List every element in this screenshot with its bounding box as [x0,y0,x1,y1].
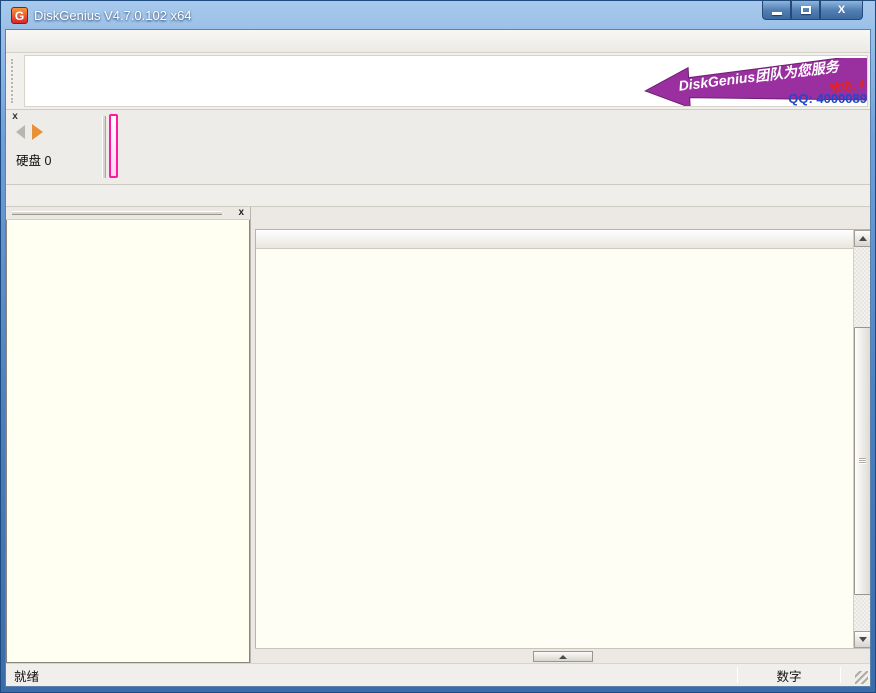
table-header [256,230,870,249]
vertical-scrollbar[interactable] [853,230,870,648]
partition-block-reserved[interactable] [109,114,118,178]
scroll-down-icon [859,637,867,642]
menu-bar [6,30,870,53]
window-controls: X [762,1,863,20]
file-browser [255,230,870,648]
tree-panel-close-button[interactable]: x [238,207,244,218]
scroll-up-icon [859,236,867,241]
title-bar[interactable]: G DiskGenius V4.7.0.102 x64 X [1,1,875,29]
partition-panel-grip[interactable] [102,116,106,178]
num-lock-indicator: 数字 [738,666,840,685]
tab-bar [255,207,870,230]
collapse-panel-button[interactable] [533,651,593,662]
tree-panel: x [6,207,251,663]
collapse-arrow-icon [559,655,567,659]
status-separator [840,667,841,683]
table-body [256,249,853,648]
right-panel [255,207,870,663]
scroll-down-button[interactable] [854,631,870,648]
tree-panel-header: x [6,207,250,220]
close-icon: X [838,4,845,16]
toolbar-grip[interactable] [11,59,16,103]
app-window: G DiskGenius V4.7.0.102 x64 X DiskGenius… [0,0,876,693]
bottom-strip [255,648,870,663]
window-title: DiskGenius V4.7.0.102 x64 [34,8,192,23]
maximize-icon [801,6,811,14]
status-bar: 就绪 数字 [6,663,870,686]
resize-grip[interactable] [855,671,868,684]
minimize-button[interactable] [762,1,791,20]
ad-banner[interactable]: DiskGenius团队为您服务 致电: 4 QQ: 4000089 [24,55,868,107]
partition-tree [6,220,250,663]
tree-panel-grip[interactable] [12,211,222,215]
minimize-icon [772,12,782,15]
toolbar: DiskGenius团队为您服务 致电: 4 QQ: 4000089 [6,53,870,110]
disk-navigator: x 硬盘 0 [6,110,100,184]
app-logo-icon: G [11,7,28,24]
scrollbar-thumb[interactable] [854,327,870,595]
disk-label: 硬盘 0 [16,150,51,169]
scroll-up-button[interactable] [854,230,870,247]
close-button[interactable]: X [820,1,863,20]
ad-qq: QQ: 4000089 [788,91,867,106]
app-client-area: DiskGenius团队为您服务 致电: 4 QQ: 4000089 x 硬盘 … [5,29,871,687]
maximize-button[interactable] [791,1,820,20]
disk-info-bar [6,185,870,207]
main-split: x [6,207,870,663]
next-disk-icon[interactable] [32,124,43,140]
partition-panel: x 硬盘 0 [6,110,870,185]
panel-close-button[interactable]: x [9,111,21,122]
prev-disk-icon[interactable] [16,125,25,139]
status-text: 就绪 [6,666,737,685]
